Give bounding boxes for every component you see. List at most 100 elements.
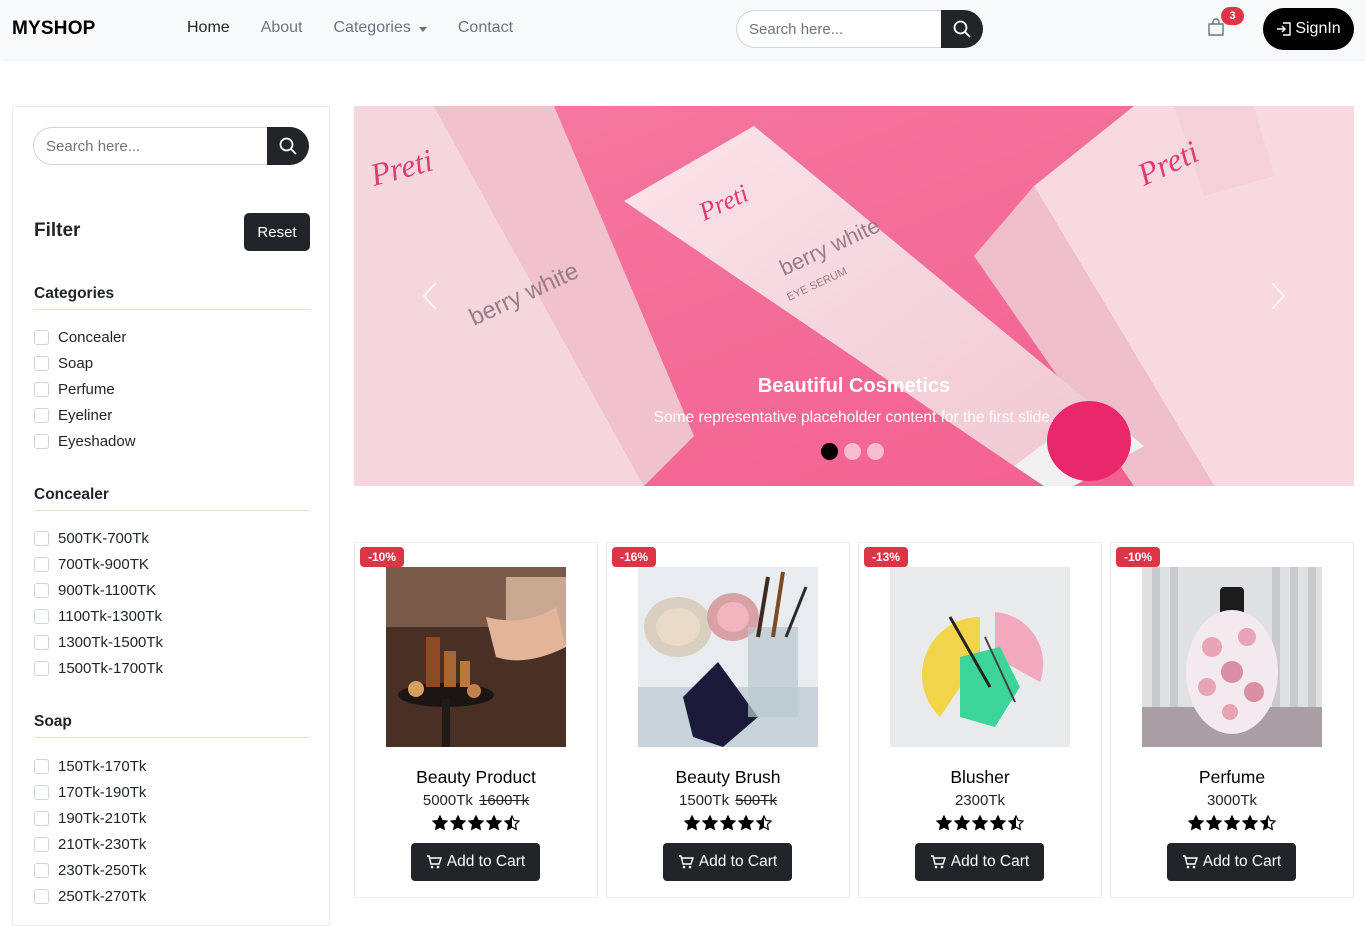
product-name[interactable]: Blusher — [859, 767, 1101, 788]
carousel-indicator[interactable] — [821, 443, 838, 460]
product-price: 2300Tk — [859, 792, 1101, 809]
filter-group-title: Categories — [34, 285, 115, 302]
checkbox-item[interactable]: Perfume — [34, 376, 136, 402]
filter-group-title: Concealer — [34, 486, 109, 503]
star-full-icon — [1224, 815, 1240, 831]
sidebar-search-button[interactable] — [267, 127, 309, 165]
checkbox[interactable] — [34, 660, 49, 676]
product-name[interactable]: Beauty Brush — [607, 767, 849, 788]
nav-link-categories[interactable]: Categories — [334, 19, 427, 37]
product-name[interactable]: Perfume — [1111, 767, 1353, 788]
old-price: 1600Tk — [479, 792, 530, 809]
carousel-prev-button[interactable] — [422, 281, 438, 316]
star-rating — [355, 815, 597, 831]
add-to-cart-button[interactable]: Add to Cart — [663, 843, 792, 881]
checkbox-item[interactable]: 250Tk-270Tk — [34, 883, 146, 909]
add-to-cart-button[interactable]: Add to Cart — [1167, 843, 1296, 881]
star-full-icon — [720, 815, 736, 831]
carousel-next-button[interactable] — [1270, 281, 1286, 316]
reset-button[interactable]: Reset — [244, 213, 310, 251]
product-name[interactable]: Beauty Product — [355, 767, 597, 788]
checkbox-item[interactable]: 500TK-700Tk — [34, 525, 163, 551]
checkbox[interactable] — [34, 862, 49, 878]
star-full-icon — [468, 815, 484, 831]
checkbox-item[interactable]: Concealer — [34, 324, 136, 350]
checkbox-item[interactable]: 700Tk-900TK — [34, 551, 163, 577]
checkbox-item[interactable]: 190Tk-210Tk — [34, 805, 146, 831]
navbar-search-input[interactable] — [736, 10, 941, 48]
product-photo — [890, 567, 1070, 747]
current-price: 1500Tk — [679, 792, 730, 809]
product-photo — [638, 567, 818, 747]
cart-icon — [930, 855, 946, 869]
checkbox[interactable] — [34, 407, 49, 423]
checkbox[interactable] — [34, 836, 49, 852]
checkbox[interactable] — [34, 381, 49, 397]
checkbox[interactable] — [34, 758, 49, 774]
filter-group-title: Soap — [34, 713, 72, 730]
product-image[interactable] — [386, 567, 566, 747]
nav-link-contact[interactable]: Contact — [458, 19, 513, 37]
carousel-indicators — [821, 443, 890, 460]
checkbox[interactable] — [34, 433, 49, 449]
product-photo — [386, 567, 566, 747]
login-icon — [1277, 22, 1292, 36]
checkbox[interactable] — [34, 784, 49, 800]
checkbox-item[interactable]: Soap — [34, 350, 136, 376]
checkbox[interactable] — [34, 810, 49, 826]
product-image[interactable] — [1142, 567, 1322, 747]
signin-button[interactable]: SignIn — [1263, 8, 1354, 50]
checkbox-item[interactable]: 1100Tk-1300Tk — [34, 603, 163, 629]
nav-link-about[interactable]: About — [261, 19, 303, 37]
product-image[interactable] — [890, 567, 1070, 747]
checkbox[interactable] — [34, 329, 49, 345]
brand-logo[interactable]: MYSHOP — [12, 18, 96, 40]
star-full-icon — [486, 815, 502, 831]
checkbox[interactable] — [34, 608, 49, 624]
nav-link-label: Contact — [457, 19, 514, 36]
checkbox[interactable] — [34, 888, 49, 904]
star-full-icon — [1206, 815, 1222, 831]
product-image[interactable] — [638, 567, 818, 747]
carousel-indicator[interactable] — [867, 443, 884, 460]
add-to-cart-button[interactable]: Add to Cart — [915, 843, 1044, 881]
checkbox-label: 150Tk-170Tk — [58, 757, 147, 775]
checkbox-item[interactable]: 170Tk-190Tk — [34, 779, 146, 805]
carousel-indicator[interactable] — [844, 443, 861, 460]
checkbox-item[interactable]: Eyeliner — [34, 402, 136, 428]
add-to-cart-label: Add to Cart — [950, 853, 1030, 870]
checkbox-item[interactable]: 1500Tk-1700Tk — [34, 655, 163, 681]
star-half-icon — [1008, 815, 1024, 831]
cart-count-badge: 3 — [1221, 7, 1244, 25]
checkbox-label: 1300Tk-1500Tk — [58, 633, 164, 651]
divider — [34, 510, 310, 511]
navbar: MYSHOP Home About Categories Contact 3 S… — [0, 0, 1366, 59]
checkbox-label: Concealer — [58, 328, 127, 346]
checkbox-item[interactable]: 210Tk-230Tk — [34, 831, 146, 857]
sidebar-search-input[interactable] — [33, 127, 267, 165]
checkbox[interactable] — [34, 634, 49, 650]
checkbox-item[interactable]: Eyeshadow — [34, 428, 136, 454]
add-to-cart-label: Add to Cart — [446, 853, 526, 870]
add-to-cart-label: Add to Cart — [698, 853, 778, 870]
add-to-cart-button[interactable]: Add to Cart — [411, 843, 540, 881]
divider — [34, 737, 310, 738]
checkbox[interactable] — [34, 530, 49, 546]
discount-badge: -16% — [612, 547, 657, 567]
navbar-search-button[interactable] — [941, 10, 983, 48]
checkbox-item[interactable]: 230Tk-250Tk — [34, 857, 146, 883]
checkbox-item[interactable]: 1300Tk-1500Tk — [34, 629, 163, 655]
checkbox-label: Eyeshadow — [58, 432, 136, 450]
chevron-right-icon — [1271, 282, 1286, 310]
checkbox[interactable] — [34, 355, 49, 371]
filter-title: Filter — [34, 220, 81, 241]
checkbox[interactable] — [34, 556, 49, 572]
checkbox[interactable] — [34, 582, 49, 598]
nav-link-label: Home — [187, 19, 230, 36]
nav-link-home[interactable]: Home — [187, 19, 230, 37]
checkbox-label: 500TK-700Tk — [58, 529, 149, 547]
checkbox-item[interactable]: 150Tk-170Tk — [34, 753, 146, 779]
navbar-search — [736, 10, 983, 48]
star-full-icon — [954, 815, 970, 831]
checkbox-item[interactable]: 900Tk-1100TK — [34, 577, 163, 603]
